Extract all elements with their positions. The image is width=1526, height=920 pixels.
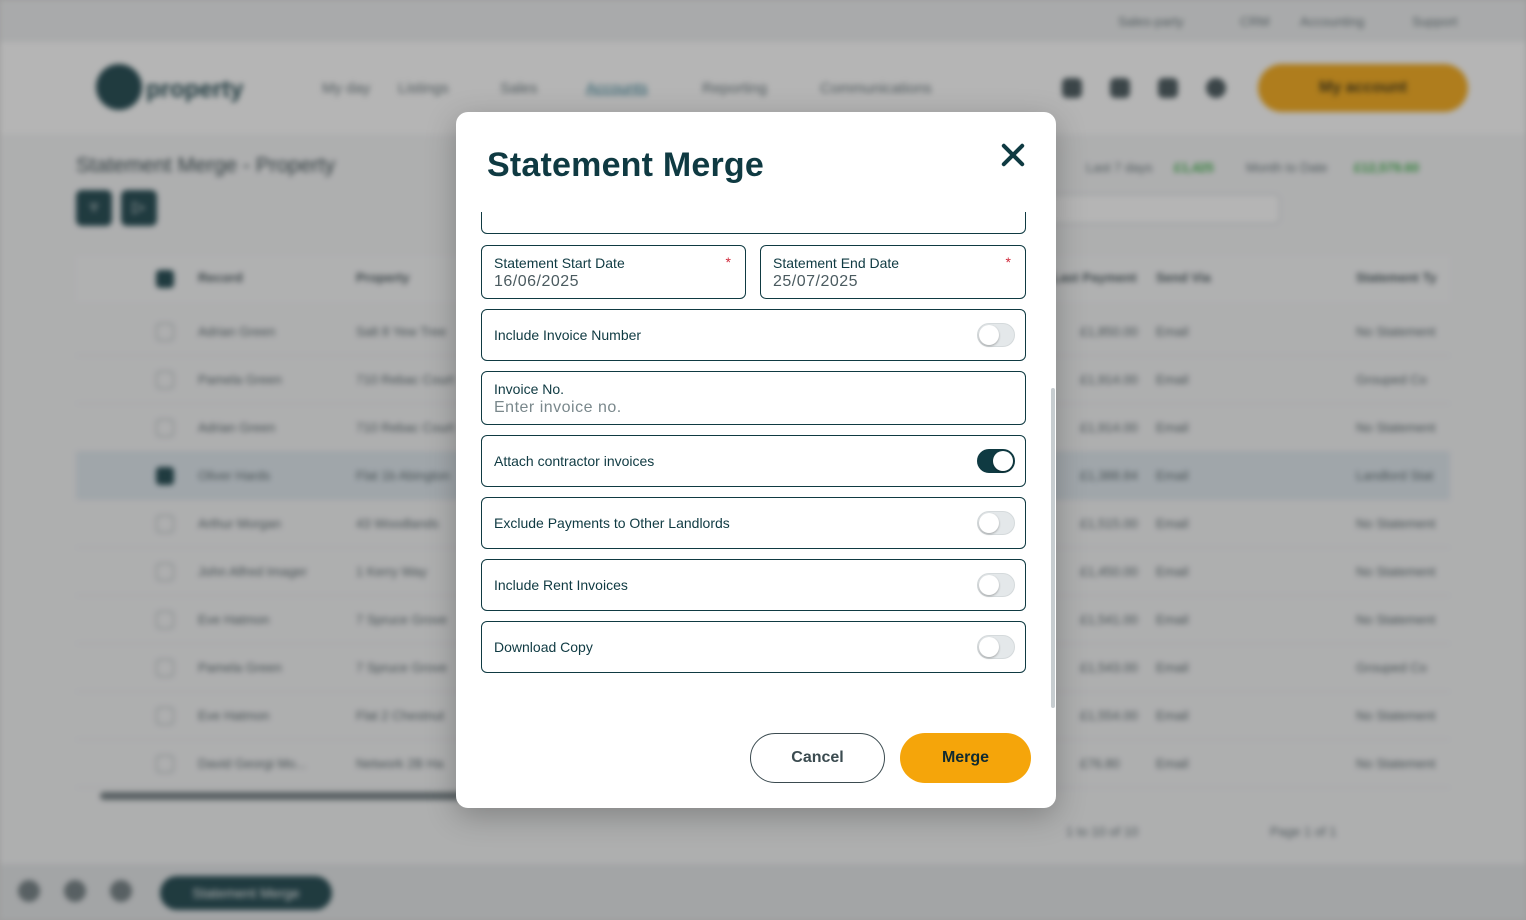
invoice-no-label: Invoice No.: [494, 381, 565, 397]
start-date-field[interactable]: Statement Start Date *: [481, 245, 746, 299]
start-date-input[interactable]: [494, 273, 724, 291]
end-date-field[interactable]: Statement End Date *: [760, 245, 1026, 299]
include-invoice-number-toggle[interactable]: [977, 323, 1015, 347]
start-date-label: Statement Start Date: [494, 255, 625, 271]
dialog-title: Statement Merge: [487, 146, 764, 184]
cancel-button[interactable]: Cancel: [750, 733, 885, 783]
dialog-scroll-area[interactable]: Statement Start Date * Statement End Dat…: [456, 212, 1056, 712]
dialog-vertical-scrollbar[interactable]: [1051, 388, 1055, 708]
attach-contractor-invoices-toggle[interactable]: [977, 449, 1015, 473]
close-icon[interactable]: [996, 138, 1030, 172]
include-rent-invoices-toggle[interactable]: [977, 573, 1015, 597]
exclude-payments-toggle[interactable]: [977, 511, 1015, 535]
attach-contractor-invoices-row[interactable]: Attach contractor invoices: [481, 435, 1026, 487]
download-copy-toggle[interactable]: [977, 635, 1015, 659]
exclude-payments-label: Exclude Payments to Other Landlords: [494, 515, 730, 531]
toggle-knob: [979, 575, 999, 595]
include-rent-invoices-label: Include Rent Invoices: [494, 577, 628, 593]
toggle-knob: [979, 513, 999, 533]
end-date-input[interactable]: [773, 273, 1003, 291]
include-invoice-number-row[interactable]: Include Invoice Number: [481, 309, 1026, 361]
include-rent-invoices-row[interactable]: Include Rent Invoices: [481, 559, 1026, 611]
include-invoice-number-label: Include Invoice Number: [494, 327, 642, 343]
invoice-no-field[interactable]: Invoice No.: [481, 371, 1026, 425]
toggle-knob: [993, 451, 1013, 471]
toggle-knob: [979, 637, 999, 657]
invoice-no-input[interactable]: [494, 399, 994, 417]
end-date-label: Statement End Date: [773, 255, 900, 271]
attach-contractor-invoices-label: Attach contractor invoices: [494, 453, 655, 469]
statement-merge-dialog: Statement Merge Statement Start Date * S…: [456, 112, 1056, 808]
download-copy-row[interactable]: Download Copy: [481, 621, 1026, 673]
end-date-required-mark: *: [1005, 254, 1011, 270]
field-above-partial[interactable]: [481, 212, 1026, 234]
download-copy-label: Download Copy: [494, 639, 593, 655]
exclude-payments-row[interactable]: Exclude Payments to Other Landlords: [481, 497, 1026, 549]
toggle-knob: [979, 325, 999, 345]
start-date-required-mark: *: [725, 254, 731, 270]
merge-button[interactable]: Merge: [900, 733, 1031, 783]
